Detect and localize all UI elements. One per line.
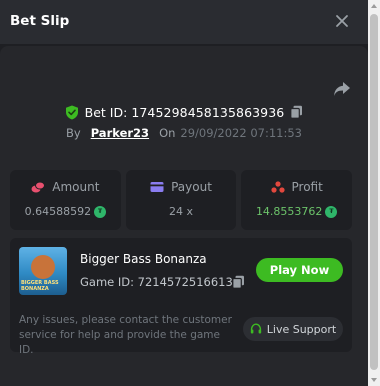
card-icon <box>150 182 164 192</box>
bet-id-row: Bet ID: 1745298458135863936 <box>0 102 368 122</box>
payout-value: 24 x <box>169 205 194 218</box>
bet-stats: Amount 0.64588592 ₮ Payout 24 x Profit 1… <box>10 170 353 230</box>
thumbnail-logo-text: BIGGER BASS BONANZA <box>21 280 59 292</box>
game-name: Bigger Bass Bonanza <box>80 252 207 266</box>
on-label: On <box>159 126 176 140</box>
bet-datetime: 29/09/2022 07:11:53 <box>180 126 302 140</box>
shield-check-icon <box>65 105 78 119</box>
coins-icon <box>31 181 46 193</box>
copy-icon[interactable] <box>290 105 303 119</box>
bet-slip-header: Bet Slip <box>0 0 368 44</box>
live-support-button[interactable]: Live Support <box>243 317 343 341</box>
coin-icon: ₮ <box>94 205 107 218</box>
chart-icon <box>270 181 285 193</box>
game-card: BIGGER BASS BONANZA Bigger Bass Bonanza … <box>10 238 352 356</box>
live-support-label: Live Support <box>266 322 337 336</box>
amount-stat: Amount 0.64588592 ₮ <box>10 170 121 230</box>
profit-stat: Profit 14.8553762 ₮ <box>241 170 353 230</box>
game-thumbnail[interactable]: BIGGER BASS BONANZA <box>19 247 67 295</box>
amount-label: Amount <box>52 180 100 194</box>
profit-value: 14.8553762 <box>255 205 323 218</box>
close-icon[interactable] <box>334 13 350 29</box>
bet-author-row: By Parker23 On 29/09/2022 07:11:53 <box>0 124 368 142</box>
support-notice: Any issues, please contact the customer … <box>19 314 232 356</box>
scrollbar[interactable] <box>368 0 380 386</box>
payout-label: Payout <box>171 180 212 194</box>
game-id: Game ID: 7214572516613 <box>80 275 233 289</box>
fish-image <box>31 255 55 279</box>
share-icon[interactable] <box>332 80 352 98</box>
copy-icon[interactable] <box>232 275 245 289</box>
bet-id-label: Bet ID: <box>84 104 128 120</box>
coin-icon: ₮ <box>325 205 338 218</box>
username-link[interactable]: Parker23 <box>91 126 149 140</box>
scroll-thumb[interactable] <box>370 14 378 370</box>
amount-value: 0.64588592 <box>24 205 92 218</box>
profit-label: Profit <box>291 180 323 194</box>
play-now-button[interactable]: Play Now <box>256 258 343 282</box>
dialog-title: Bet Slip <box>10 13 70 29</box>
payout-stat: Payout 24 x <box>125 170 237 230</box>
scroll-down-arrow-icon[interactable] <box>371 378 377 382</box>
scroll-up-arrow-icon[interactable] <box>371 4 377 8</box>
by-label: By <box>65 126 81 140</box>
headset-icon <box>250 323 261 334</box>
bet-id-value: 1745298458135863936 <box>131 104 285 120</box>
